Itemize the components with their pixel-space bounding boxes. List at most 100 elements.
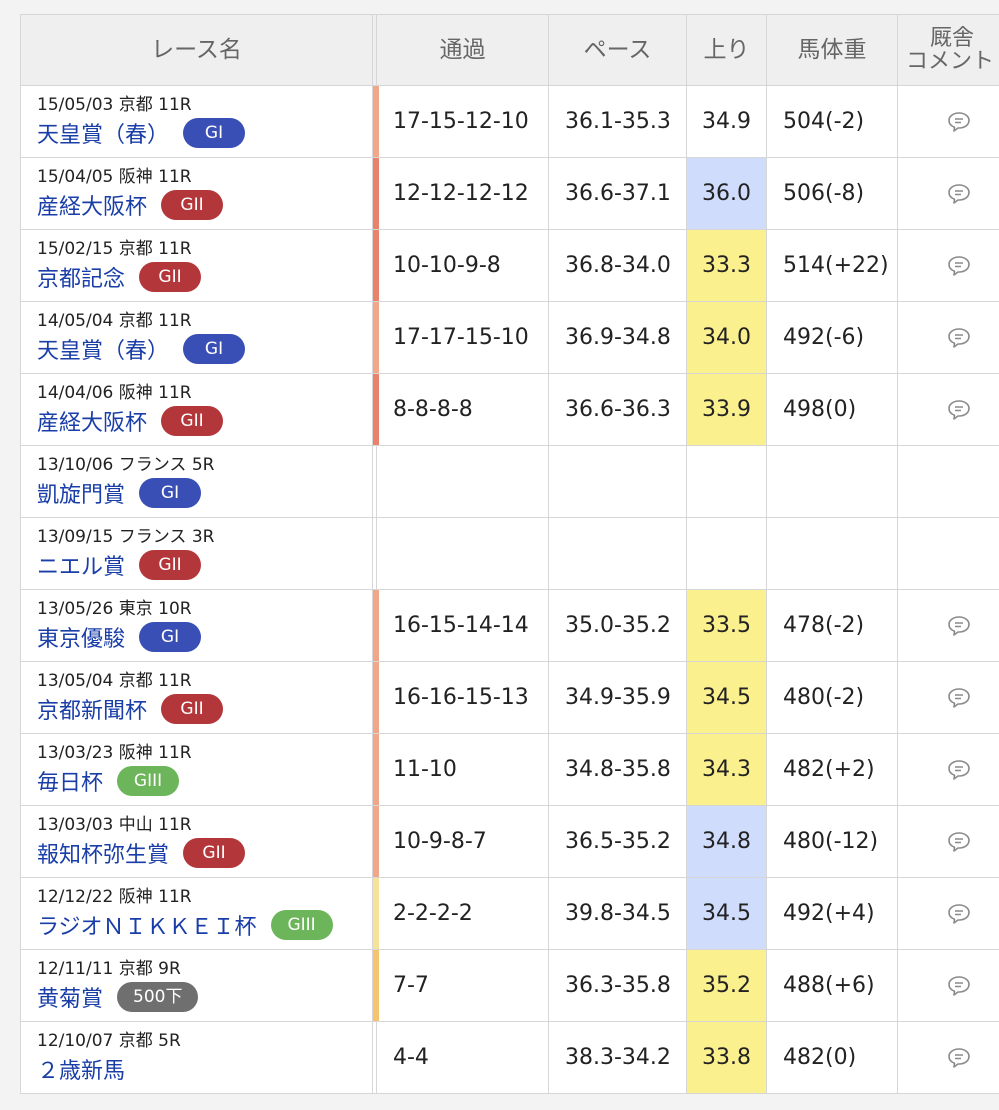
result-stripe: [373, 230, 379, 301]
comment-icon[interactable]: [947, 615, 971, 637]
last3f-cell: 34.5: [686, 877, 767, 950]
race-name-link[interactable]: 天皇賞（春）: [37, 117, 169, 149]
result-bar-cell: [372, 877, 379, 950]
table-row: 13/05/26 東京 10R 東京優駿 GI 16-15-14-14 35.0-…: [20, 589, 999, 662]
result-bar-cell: [372, 229, 379, 302]
passing-cell: 7-7: [376, 949, 549, 1022]
table-row: 13/10/06 フランス 5R 凱旋門賞 GI: [20, 445, 999, 518]
result-stripe: [373, 158, 379, 229]
pace-cell: 36.1-35.3: [548, 85, 687, 158]
race-name-link[interactable]: ２歳新馬: [37, 1053, 125, 1085]
comment-cell[interactable]: [897, 301, 999, 374]
race-cell: 12/11/11 京都 9R 黄菊賞 500下: [20, 949, 373, 1022]
comment-cell[interactable]: [897, 157, 999, 230]
comment-icon[interactable]: [947, 399, 971, 421]
race-name-link[interactable]: 天皇賞（春）: [37, 333, 169, 365]
weight-cell: [766, 445, 898, 518]
last3f-cell: 34.8: [686, 805, 767, 878]
header-weight[interactable]: 馬体重: [766, 14, 898, 86]
comment-cell[interactable]: [897, 85, 999, 158]
race-name-link[interactable]: 産経大阪杯: [37, 189, 147, 221]
table-row: 14/05/04 京都 11R 天皇賞（春） GI 17-17-15-10 36.…: [20, 301, 999, 374]
comment-icon[interactable]: [947, 831, 971, 853]
passing-cell: 12-12-12-12: [376, 157, 549, 230]
race-title-line: ２歳新馬: [37, 1053, 372, 1085]
last3f-cell: 34.3: [686, 733, 767, 806]
last3f-cell: 33.9: [686, 373, 767, 446]
result-stripe: [373, 590, 379, 661]
header-race-name[interactable]: レース名: [20, 14, 373, 86]
grade-badge: GI: [139, 478, 202, 508]
race-history-table-container: レース名 通過 ペース 上り 馬体重 厩舎 コメント 15/05/03 京都 1…: [20, 14, 999, 1094]
comment-icon[interactable]: [947, 759, 971, 781]
comment-cell[interactable]: [897, 229, 999, 302]
race-title-line: 京都新聞杯 GII: [37, 693, 372, 725]
comment-cell[interactable]: [897, 949, 999, 1022]
comment-icon[interactable]: [947, 1047, 971, 1069]
race-history-table: レース名 通過 ペース 上り 馬体重 厩舎 コメント 15/05/03 京都 1…: [20, 14, 999, 1094]
passing-cell: 2-2-2-2: [376, 877, 549, 950]
comment-icon[interactable]: [947, 255, 971, 277]
header-comment[interactable]: 厩舎 コメント: [897, 14, 999, 86]
comment-icon[interactable]: [947, 111, 971, 133]
race-cell: 13/05/26 東京 10R 東京優駿 GI: [20, 589, 373, 662]
weight-cell: 492(+4): [766, 877, 898, 950]
race-title-line: 産経大阪杯 GII: [37, 189, 372, 221]
weight-cell: 480(-12): [766, 805, 898, 878]
race-cell: 13/09/15 フランス 3R ニエル賞 GII: [20, 517, 373, 590]
race-name-link[interactable]: ラジオＮＩＫＫＥＩ杯: [37, 909, 257, 941]
grade-badge: GI: [183, 118, 246, 148]
header-last3f[interactable]: 上り: [686, 14, 767, 86]
race-title-line: 京都記念 GII: [37, 261, 372, 293]
header-passing[interactable]: 通過: [376, 14, 549, 86]
weight-cell: 482(+2): [766, 733, 898, 806]
weight-cell: 480(-2): [766, 661, 898, 734]
comment-icon[interactable]: [947, 183, 971, 205]
race-name-link[interactable]: ニエル賞: [37, 549, 125, 581]
race-date: 12/11/11 京都 9R: [37, 959, 181, 979]
race-name-link[interactable]: 凱旋門賞: [37, 477, 125, 509]
header-comment-line1: 厩舎: [930, 25, 975, 51]
comment-cell: [897, 517, 999, 590]
comment-cell[interactable]: [897, 373, 999, 446]
race-name-link[interactable]: 毎日杯: [37, 765, 103, 797]
race-title-line: 東京優駿 GI: [37, 621, 372, 653]
weight-cell: 506(-8): [766, 157, 898, 230]
race-cell: 12/10/07 京都 5R ２歳新馬: [20, 1021, 373, 1094]
race-name-link[interactable]: 産経大阪杯: [37, 405, 147, 437]
grade-badge: 500下: [117, 982, 199, 1012]
race-cell: 15/05/03 京都 11R 天皇賞（春） GI: [20, 85, 373, 158]
comment-cell[interactable]: [897, 805, 999, 878]
result-bar-cell: [372, 301, 379, 374]
comment-cell[interactable]: [897, 877, 999, 950]
comment-cell[interactable]: [897, 589, 999, 662]
pace-cell: 39.8-34.5: [548, 877, 687, 950]
race-date: 13/03/23 阪神 11R: [37, 743, 192, 763]
comment-icon[interactable]: [947, 903, 971, 925]
result-bar-cell: [372, 733, 379, 806]
comment-icon[interactable]: [947, 327, 971, 349]
pace-cell: 36.3-35.8: [548, 949, 687, 1022]
race-name-link[interactable]: 黄菊賞: [37, 981, 103, 1013]
race-name-link[interactable]: 報知杯弥生賞: [37, 837, 169, 869]
comment-icon[interactable]: [947, 975, 971, 997]
race-name-link[interactable]: 京都記念: [37, 261, 125, 293]
race-cell: 15/04/05 阪神 11R 産経大阪杯 GII: [20, 157, 373, 230]
pace-cell: 34.9-35.9: [548, 661, 687, 734]
comment-icon[interactable]: [947, 687, 971, 709]
weight-cell: 492(-6): [766, 301, 898, 374]
header-pace[interactable]: ペース: [548, 14, 687, 86]
comment-cell[interactable]: [897, 1021, 999, 1094]
race-cell: 13/05/04 京都 11R 京都新聞杯 GII: [20, 661, 373, 734]
grade-badge: GI: [183, 334, 246, 364]
race-name-link[interactable]: 東京優駿: [37, 621, 125, 653]
header-row: レース名 通過 ペース 上り 馬体重 厩舎 コメント: [20, 14, 999, 86]
grade-badge: GII: [139, 550, 202, 580]
race-date: 13/03/03 中山 11R: [37, 815, 192, 835]
comment-cell[interactable]: [897, 661, 999, 734]
comment-cell[interactable]: [897, 733, 999, 806]
grade-badge: GII: [139, 262, 202, 292]
race-name-link[interactable]: 京都新聞杯: [37, 693, 147, 725]
passing-cell: 16-16-15-13: [376, 661, 549, 734]
pace-cell: [548, 517, 687, 590]
